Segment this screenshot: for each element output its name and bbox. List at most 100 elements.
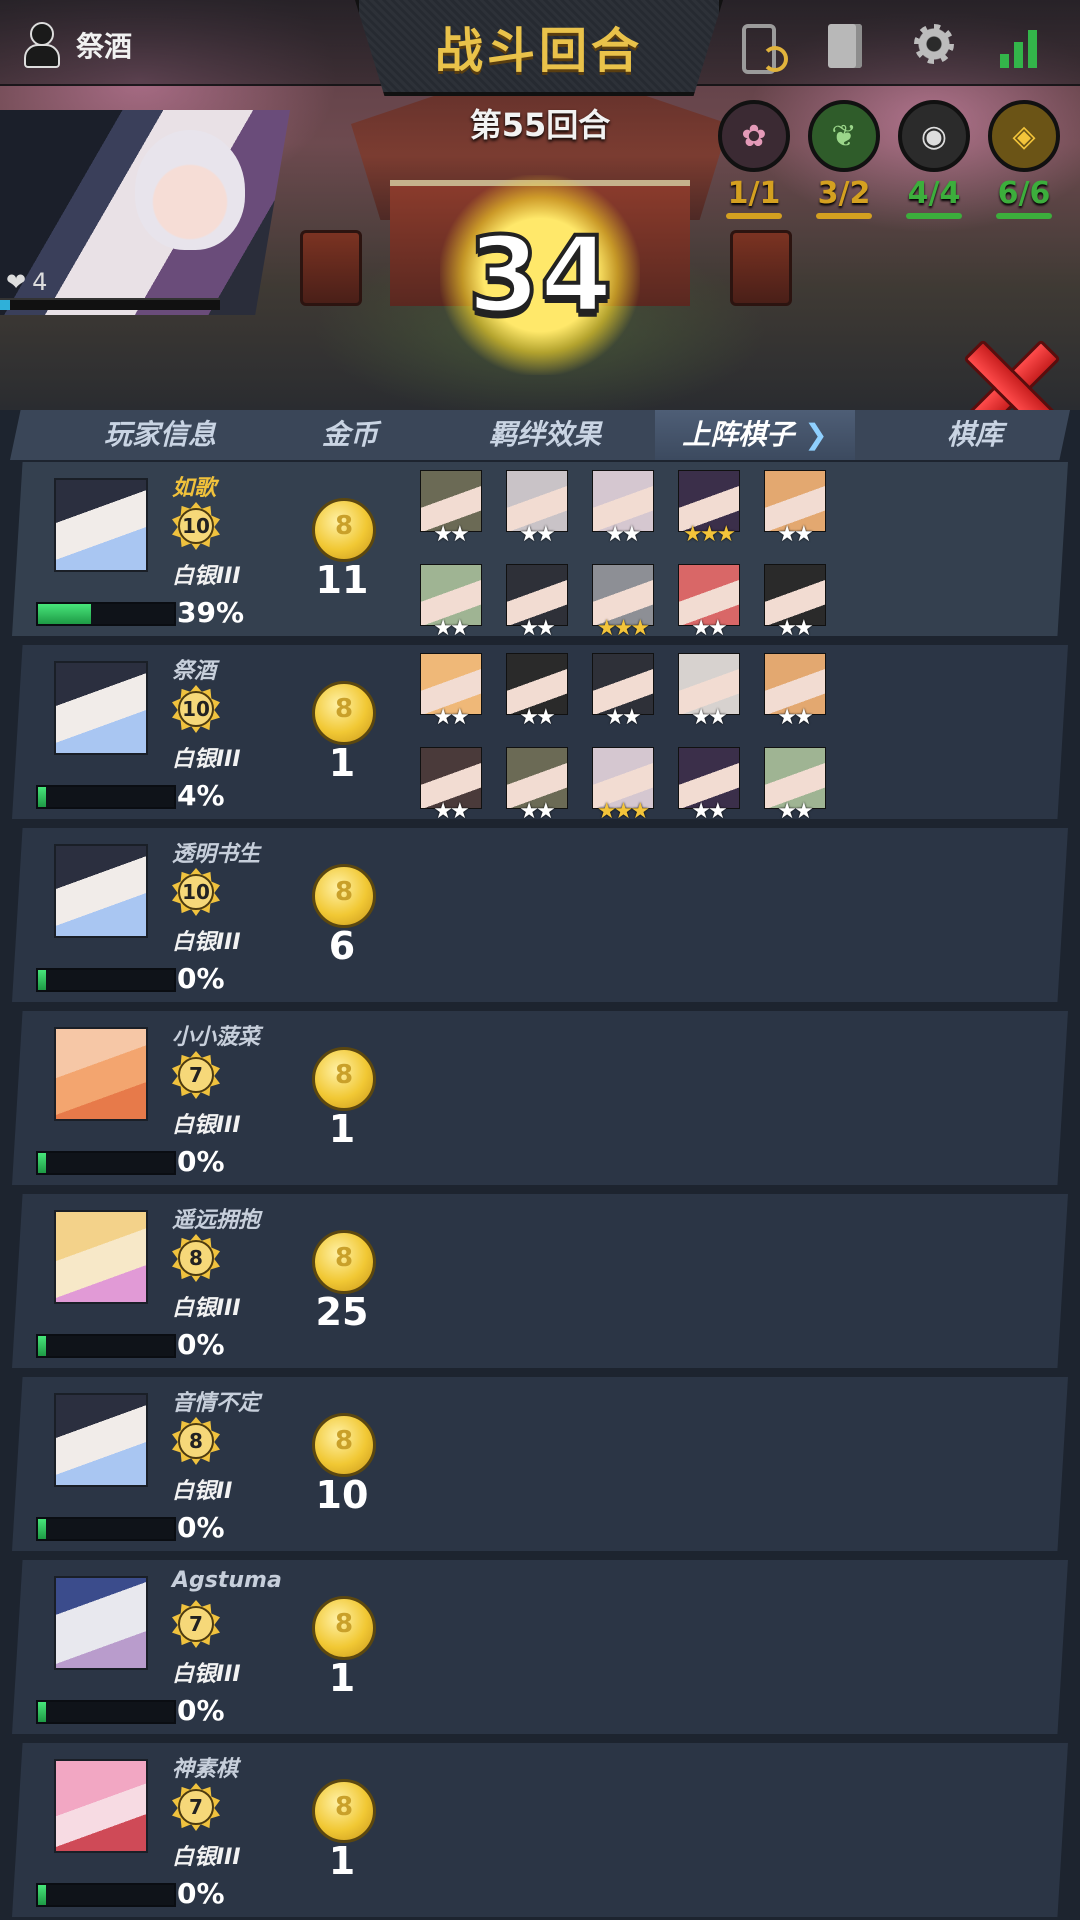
signal-icon: [1000, 24, 1040, 70]
unit-card[interactable]: ★★: [764, 564, 826, 636]
gold-count: 11: [315, 558, 369, 602]
level-value: 8: [178, 1423, 214, 1459]
unit-card[interactable]: ★★★: [678, 470, 740, 546]
star-rating: ★★: [777, 799, 813, 824]
level-value: 7: [178, 1789, 214, 1825]
star-rating: ★★: [519, 522, 555, 547]
trait-bar: [816, 213, 872, 219]
top-icons: [742, 24, 1040, 74]
player-row[interactable]: Agstuma 7 白银III 0% 1: [12, 1560, 1068, 1734]
unit-card[interactable]: ★★: [764, 653, 826, 729]
player-row[interactable]: 小小菠菜 7 白银III 0% 1: [12, 1011, 1068, 1185]
coin-icon: [312, 1779, 376, 1843]
coin-icon: [312, 681, 376, 745]
gold-count: 25: [315, 1290, 369, 1334]
trait-item[interactable]: ❦ 3/2: [808, 100, 880, 219]
hp-indicator: ❤ 4: [6, 268, 47, 296]
tab-traits[interactable]: 羁绊效果: [445, 410, 645, 460]
star-rating: ★★: [433, 522, 469, 547]
level-badge: 8: [172, 1234, 220, 1282]
unit-card[interactable]: ★★: [678, 564, 740, 636]
rank-label: 白银III: [172, 747, 241, 772]
unit-card[interactable]: ★★: [420, 747, 482, 819]
avatar: [54, 1027, 148, 1121]
tab-collection[interactable]: 棋库: [890, 410, 1060, 460]
trait-item[interactable]: ◈ 6/6: [988, 100, 1060, 219]
unit-card[interactable]: ★★: [592, 653, 654, 729]
avatar: [54, 661, 148, 755]
star-rating: ★★: [433, 616, 469, 641]
tab-player-info[interactable]: 玩家信息: [60, 410, 260, 460]
countdown-timer: 34: [440, 175, 640, 375]
unit-card[interactable]: ★★: [420, 653, 482, 729]
avatar: [54, 844, 148, 938]
trait-bar: [906, 213, 962, 219]
trait-item[interactable]: ✿ 1/1: [718, 100, 790, 219]
star-rating: ★★: [691, 616, 727, 641]
unit-card[interactable]: ★★: [420, 470, 482, 546]
unit-card[interactable]: ★★: [678, 747, 740, 819]
battle-scene: ❤ 4 祭酒 战斗回合 第55回合 ✿ 1/1 ❦ 3/2 ◉ 4/4 ◈ 6/6 34: [0, 0, 1080, 410]
book-icon[interactable]: [828, 24, 868, 70]
ninja-icon: ◈: [988, 100, 1060, 172]
user-chip[interactable]: 祭酒: [18, 20, 132, 70]
progress-percent: 0%: [177, 1328, 225, 1361]
lantern: [730, 230, 792, 306]
unit-card[interactable]: ★★: [764, 747, 826, 819]
star-rating: ★★: [519, 616, 555, 641]
leaf-icon: ❦: [808, 100, 880, 172]
gold-count: 10: [315, 1473, 369, 1517]
title-plate: 战斗回合: [355, 0, 723, 96]
progress-bar: [36, 1517, 176, 1541]
coin-icon: [312, 864, 376, 928]
unit-card[interactable]: ★★★: [592, 564, 654, 636]
tab-deployed[interactable]: 上阵棋子 ❯: [655, 410, 855, 460]
avatar: [54, 1759, 148, 1853]
user-name: 祭酒: [76, 30, 133, 63]
unit-card[interactable]: ★★: [506, 470, 568, 546]
unit-card[interactable]: ★★: [506, 653, 568, 729]
heart-icon: ❤: [6, 268, 27, 296]
tab-bar: 玩家信息 金币 羁绊效果 上阵棋子 ❯ 棋库: [10, 410, 1070, 460]
unit-card[interactable]: ★★: [592, 470, 654, 546]
unit-card[interactable]: ★★: [506, 564, 568, 636]
phone-sync-icon[interactable]: [742, 24, 788, 74]
unit-card[interactable]: ★★: [420, 564, 482, 636]
unit-card[interactable]: ★★: [678, 653, 740, 729]
progress-bar: [36, 602, 176, 626]
coin-icon: [312, 1230, 376, 1294]
star-rating: ★★: [519, 705, 555, 730]
page-title: 战斗回合: [434, 23, 643, 79]
avatar: [54, 1393, 148, 1487]
trait-bar: [726, 213, 782, 219]
gear-icon[interactable]: [914, 24, 954, 70]
player-row[interactable]: 透明书生 10 白银III 0% 6: [12, 828, 1068, 1002]
player-row[interactable]: 遥远拥抱 8 白银III 0% 25: [12, 1194, 1068, 1368]
star-rating: ★★: [777, 522, 813, 547]
player-row[interactable]: 如歌10白银III39%11★★★★★★★★★★★★★★★★★★★★★★: [12, 462, 1068, 636]
level-badge: 7: [172, 1600, 220, 1648]
unit-card[interactable]: ★★: [506, 747, 568, 819]
level-badge: 7: [172, 1783, 220, 1831]
coin-icon: [312, 1047, 376, 1111]
unit-card[interactable]: ★★★: [592, 747, 654, 819]
progress-percent: 0%: [177, 1511, 225, 1544]
player-row[interactable]: 神素棋 7 白银III 0% 1: [12, 1743, 1068, 1917]
rank-label: 白银III: [172, 1113, 241, 1138]
sakura-icon: ✿: [718, 100, 790, 172]
star-rating: ★★: [691, 705, 727, 730]
chevron-right-icon: ❯: [804, 418, 828, 451]
player-row[interactable]: 音情不定 8 白银II 0% 10: [12, 1377, 1068, 1551]
player-name: 音情不定: [172, 1391, 261, 1416]
level-badge: 7: [172, 1051, 220, 1099]
tab-gold[interactable]: 金币: [275, 410, 425, 460]
player-row[interactable]: 祭酒10白银III4%1★★★★★★★★★★★★★★★★★★★★★: [12, 645, 1068, 819]
user-icon: [18, 20, 62, 70]
countdown-value: 34: [466, 212, 615, 338]
trait-item[interactable]: ◉ 4/4: [898, 100, 970, 219]
trait-count: 6/6: [997, 176, 1051, 211]
eye-icon: ◉: [898, 100, 970, 172]
level-badge: 10: [172, 868, 220, 916]
unit-card[interactable]: ★★: [764, 470, 826, 546]
gold-count: 1: [328, 1656, 356, 1700]
